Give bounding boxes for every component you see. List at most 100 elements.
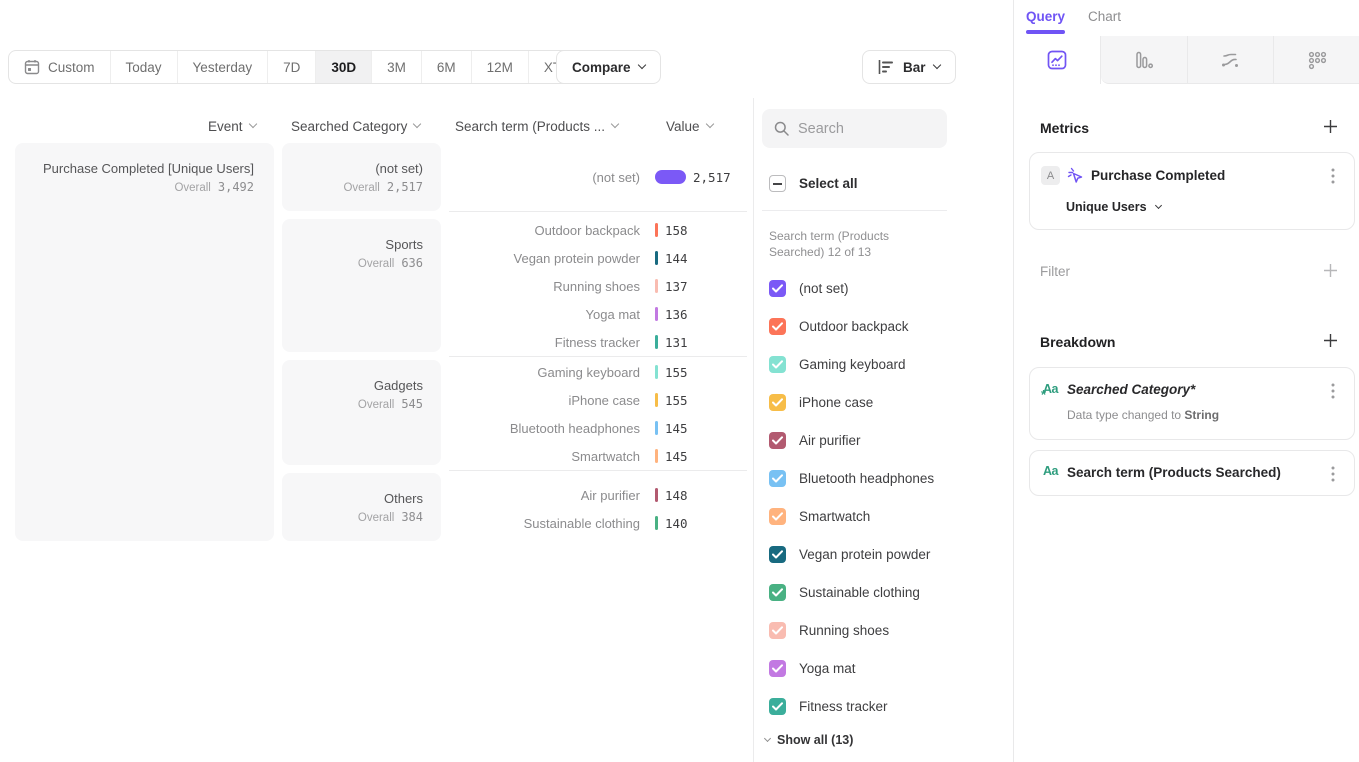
category-overall: Overall2,517 bbox=[282, 180, 423, 194]
tab-chart[interactable]: Chart bbox=[1088, 9, 1121, 24]
term-label: Fitness tracker bbox=[449, 335, 640, 350]
overall-label: Overall bbox=[174, 182, 210, 194]
checkbox-icon bbox=[769, 584, 786, 601]
table-row-vegan-protein-powder[interactable]: Vegan protein powder144 bbox=[449, 244, 747, 272]
query-panel: Query Chart bbox=[1013, 0, 1359, 762]
term-value: 144 bbox=[665, 251, 688, 266]
checkbox-icon bbox=[769, 622, 786, 639]
search-input[interactable] bbox=[798, 121, 928, 137]
value-bar bbox=[655, 516, 658, 530]
column-header-value[interactable]: Value bbox=[666, 117, 713, 135]
list-item-vegan-protein-powder[interactable]: Vegan protein powder bbox=[769, 535, 999, 573]
list-item-bluetooth-headphones[interactable]: Bluetooth headphones bbox=[769, 459, 999, 497]
tab-retention[interactable] bbox=[1273, 36, 1359, 84]
select-all-checkbox[interactable]: Select all bbox=[769, 175, 858, 192]
search-term-table: (not set)2,517 Outdoor backpack158Vegan p… bbox=[449, 143, 747, 551]
table-row-outdoor-backpack[interactable]: Outdoor backpack158 bbox=[449, 216, 747, 244]
search-icon bbox=[774, 121, 789, 136]
kebab-menu-icon[interactable] bbox=[1324, 382, 1342, 400]
date-range-label: 7D bbox=[283, 60, 300, 75]
list-item-smartwatch[interactable]: Smartwatch bbox=[769, 497, 999, 535]
category-cell-gadgets[interactable]: GadgetsOverall545 bbox=[282, 360, 441, 465]
table-row-sustainable-clothing[interactable]: Sustainable clothing140 bbox=[449, 509, 747, 537]
measure-label: Unique Users bbox=[1066, 200, 1147, 214]
table-row-bluetooth-headphones[interactable]: Bluetooth headphones145 bbox=[449, 414, 747, 442]
date-range-3m[interactable]: 3M bbox=[371, 51, 421, 83]
metric-card[interactable]: A Purchase Completed Unique Users bbox=[1029, 152, 1355, 230]
list-item-label: Vegan protein powder bbox=[799, 547, 930, 562]
add-filter-button[interactable] bbox=[1323, 263, 1339, 279]
table-row-iphone-case[interactable]: iPhone case155 bbox=[449, 386, 747, 414]
term-value: 131 bbox=[665, 335, 688, 350]
category-cell-others[interactable]: Others Overall384 bbox=[282, 473, 441, 541]
compare-button[interactable]: Compare bbox=[556, 50, 661, 84]
category-cell-not-set[interactable]: (not set)Overall2,517 bbox=[282, 143, 441, 211]
add-metric-button[interactable] bbox=[1323, 119, 1339, 135]
term-value: 140 bbox=[665, 516, 688, 531]
measure-selector[interactable]: Unique Users bbox=[1066, 200, 1161, 214]
date-range-6m[interactable]: 6M bbox=[421, 51, 471, 83]
tab-flows[interactable] bbox=[1187, 36, 1274, 84]
overall-value: 3,492 bbox=[218, 180, 254, 194]
list-item-yoga-mat[interactable]: Yoga mat bbox=[769, 649, 999, 687]
date-range-30d[interactable]: 30D bbox=[315, 51, 371, 83]
list-item-iphone-case[interactable]: iPhone case bbox=[769, 383, 999, 421]
list-item-air-purifier[interactable]: Air purifier bbox=[769, 421, 999, 459]
tab-funnels[interactable] bbox=[1101, 36, 1187, 84]
table-row-yoga-mat[interactable]: Yoga mat136 bbox=[449, 300, 747, 328]
category-name: Others bbox=[282, 491, 423, 507]
term-value: 155 bbox=[665, 365, 688, 380]
column-header-search-term[interactable]: Search term (Products ... bbox=[455, 117, 618, 135]
list-item-sustainable-clothing[interactable]: Sustainable clothing bbox=[769, 573, 999, 611]
table-row-fitness-tracker[interactable]: Fitness tracker 131 bbox=[449, 328, 747, 356]
category-cell-sports[interactable]: SportsOverall636 bbox=[282, 219, 441, 352]
event-spark-icon bbox=[1067, 167, 1084, 184]
list-item-outdoor-backpack[interactable]: Outdoor backpack bbox=[769, 307, 999, 345]
kebab-menu-icon[interactable] bbox=[1324, 465, 1342, 483]
table-row-smartwatch[interactable]: Smartwatch145 bbox=[449, 442, 747, 470]
checkbox-icon bbox=[769, 394, 786, 411]
list-item-label: Gaming keyboard bbox=[799, 357, 906, 372]
date-range-today[interactable]: Today bbox=[110, 51, 177, 83]
active-tab-underline bbox=[1026, 30, 1065, 34]
date-range-7d[interactable]: 7D bbox=[267, 51, 315, 83]
tab-query[interactable]: Query bbox=[1026, 9, 1065, 24]
column-header-label: Search term (Products ... bbox=[455, 119, 605, 134]
list-item-label: Sustainable clothing bbox=[799, 585, 920, 600]
search-box[interactable] bbox=[762, 109, 947, 148]
term-label: Air purifier bbox=[449, 488, 640, 503]
column-header-event[interactable]: Event bbox=[208, 117, 256, 135]
date-range-label: 3M bbox=[387, 60, 406, 75]
table-row-gaming-keyboard[interactable]: Gaming keyboard155 bbox=[449, 358, 747, 386]
value-bar bbox=[655, 307, 658, 321]
show-all-button[interactable]: Show all (13) bbox=[765, 733, 853, 747]
table-row-not-set[interactable]: (not set)2,517 bbox=[449, 163, 747, 191]
add-breakdown-button[interactable] bbox=[1323, 333, 1339, 349]
list-item-running-shoes[interactable]: Running shoes bbox=[769, 611, 999, 649]
analytics-app: CustomTodayYesterday7D30D3M6M12MXTD Comp… bbox=[0, 0, 1359, 762]
event-cell[interactable]: Purchase Completed [Unique Users] Overal… bbox=[15, 143, 274, 541]
column-header-searched-category[interactable]: Searched Category bbox=[291, 117, 420, 135]
breakdown-card-searched-category[interactable]: Aa* Searched Category* Data type changed… bbox=[1029, 367, 1355, 440]
date-range-custom[interactable]: Custom bbox=[9, 51, 110, 83]
chevron-down-icon bbox=[611, 120, 619, 128]
column-header-label: Value bbox=[666, 119, 700, 134]
date-range-yesterday[interactable]: Yesterday bbox=[177, 51, 268, 83]
value-bar bbox=[655, 170, 686, 184]
kebab-menu-icon[interactable] bbox=[1324, 167, 1342, 185]
tab-insights[interactable] bbox=[1014, 36, 1101, 84]
list-item-label: iPhone case bbox=[799, 395, 873, 410]
breakdown-card-search-term[interactable]: Aa Search term (Products Searched) bbox=[1029, 450, 1355, 496]
table-row-air-purifier[interactable]: Air purifier148 bbox=[449, 481, 747, 509]
term-value: 155 bbox=[665, 393, 688, 408]
calendar-icon bbox=[24, 59, 40, 75]
chevron-down-icon bbox=[705, 120, 713, 128]
term-group-gadgets: Gaming keyboard155iPhone case155Bluetoot… bbox=[449, 356, 747, 470]
category-overall: Overall384 bbox=[282, 510, 423, 524]
chevron-down-icon bbox=[248, 120, 256, 128]
list-item-gaming-keyboard[interactable]: Gaming keyboard bbox=[769, 345, 999, 383]
table-row-running-shoes[interactable]: Running shoes137 bbox=[449, 272, 747, 300]
list-item-fitness-tracker[interactable]: Fitness tracker bbox=[769, 687, 999, 725]
date-range-12m[interactable]: 12M bbox=[471, 51, 528, 83]
list-item-not-set[interactable]: (not set) bbox=[769, 269, 999, 307]
